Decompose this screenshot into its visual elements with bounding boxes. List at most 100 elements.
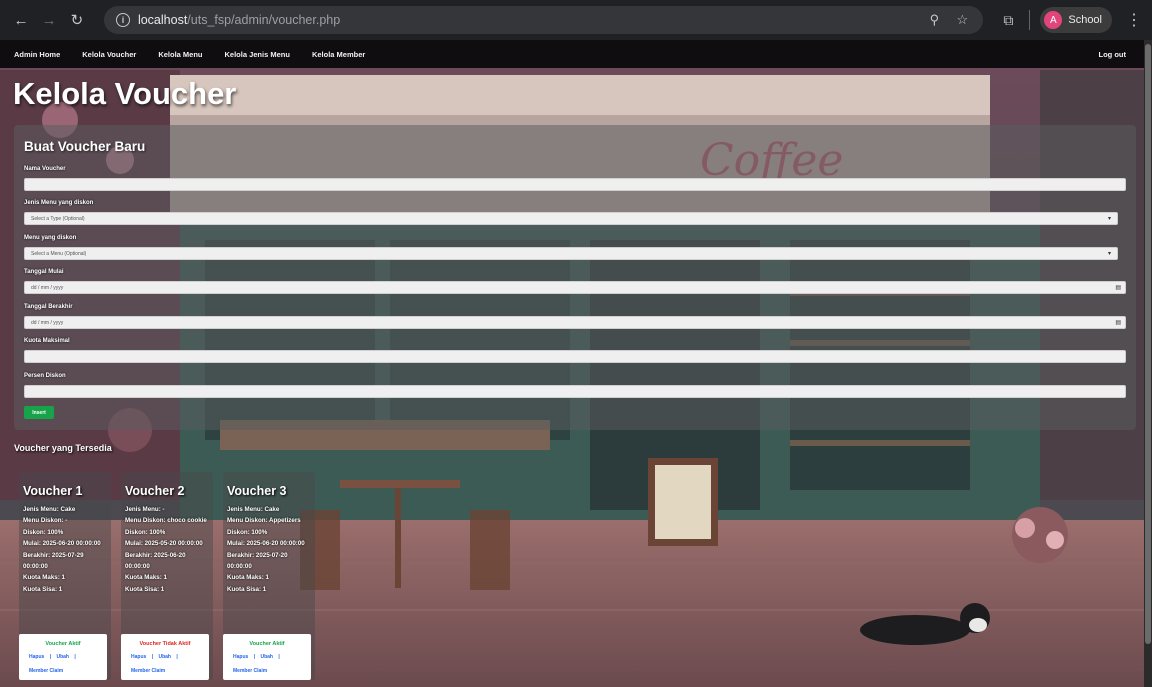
- form-title: Buat Voucher Baru: [24, 139, 146, 154]
- nav-kelola-voucher[interactable]: Kelola Voucher: [82, 50, 136, 59]
- voucher-jenis: Jenis Menu: -: [125, 506, 165, 513]
- voucher-kuota-maks: Kuota Maks: 1: [227, 574, 269, 582]
- voucher-jenis: Jenis Menu: Cake: [23, 506, 76, 513]
- jenis-menu-select-value: Select a Type (Optional): [31, 215, 85, 222]
- menu-diskon-select-value: Select a Menu (Optional): [31, 250, 87, 257]
- reload-icon[interactable]: ↻: [66, 9, 88, 31]
- nav-kelola-jenis-menu[interactable]: Kelola Jenis Menu: [225, 50, 290, 59]
- voucher-berakhir: Berakhir: 2025-07-20 00:00:00: [227, 551, 288, 571]
- voucher-berakhir: Berakhir: 2025-06-20 00:00:00: [125, 551, 186, 571]
- menu-diskon-select[interactable]: Select a Menu (Optional) ▾: [24, 247, 1118, 260]
- voucher-menu: Menu Diskon: Appetizers: [227, 517, 301, 525]
- voucher-mulai: Mulai: 2025-05-20 00:00:00: [125, 540, 203, 548]
- nama-voucher-label: Nama Voucher: [24, 166, 66, 172]
- voucher-kuota-sisa: Kuota Sisa: 1: [227, 585, 267, 593]
- ubah-link[interactable]: Ubah |: [56, 654, 75, 660]
- voucher-kuota-maks: Kuota Maks: 1: [23, 574, 65, 582]
- voucher-links: Hapus | Ubah |: [29, 654, 80, 660]
- nav-admin-home[interactable]: Admin Home: [14, 50, 60, 59]
- voucher-diskon: Diskon: 100%: [23, 528, 64, 536]
- browser-menu-icon[interactable]: ⋮: [1126, 10, 1142, 30]
- persen-diskon-label: Persen Diskon: [24, 373, 66, 379]
- page-scrollbar[interactable]: [1144, 40, 1152, 687]
- menu-diskon-label: Menu yang diskon: [24, 235, 77, 241]
- tanggal-mulai-label: Tanggal Mulai: [24, 269, 64, 275]
- page-viewport: Coffee Admi: [0, 40, 1144, 687]
- avatar: A: [1044, 11, 1063, 29]
- voucher-mulai: Mulai: 2025-06-20 00:00:00: [227, 540, 305, 548]
- calendar-icon[interactable]: ▤: [1115, 319, 1121, 326]
- voucher-mulai: Mulai: 2025-06-20 00:00:00: [23, 540, 101, 548]
- voucher-status: Voucher Aktif: [45, 641, 81, 647]
- voucher-title: Voucher 3: [227, 484, 287, 498]
- chevron-down-icon: ▾: [1107, 251, 1111, 257]
- voucher-berakhir: Berakhir: 2025-07-29 00:00:00: [23, 551, 84, 571]
- voucher-details: Jenis Menu: Cake Menu Diskon: - Diskon: …: [23, 504, 109, 595]
- hapus-link[interactable]: Hapus |: [131, 654, 153, 660]
- tanggal-berakhir-label: Tanggal Berakhir: [24, 304, 73, 310]
- browser-toolbar: ← → ↻ i localhost/uts_fsp/admin/voucher.…: [0, 0, 1152, 40]
- address-bar[interactable]: i localhost/uts_fsp/admin/voucher.php ⚲ …: [103, 6, 984, 34]
- profile-name: School: [1068, 14, 1102, 26]
- ubah-link[interactable]: Ubah |: [260, 654, 279, 660]
- voucher-menu: Menu Diskon: -: [23, 517, 68, 525]
- hapus-link[interactable]: Hapus |: [29, 654, 51, 660]
- forward-arrow-icon[interactable]: →: [38, 9, 60, 31]
- voucher-kuota-sisa: Kuota Sisa: 1: [23, 585, 63, 593]
- hapus-link[interactable]: Hapus |: [233, 654, 255, 660]
- back-arrow-icon[interactable]: ←: [10, 9, 32, 31]
- insert-button[interactable]: Insert: [24, 406, 54, 419]
- voucher-diskon: Diskon: 100%: [125, 528, 166, 536]
- voucher-links: Hapus | Ubah |: [233, 654, 284, 660]
- persen-diskon-input[interactable]: [24, 385, 1126, 398]
- nav-kelola-member[interactable]: Kelola Member: [312, 50, 365, 59]
- nav-kelola-menu[interactable]: Kelola Menu: [158, 50, 202, 59]
- voucher-actions: Voucher Aktif Hapus | Ubah | Member Clai…: [223, 634, 311, 680]
- hapus-link-label: Hapus: [233, 654, 249, 660]
- ubah-link-label: Ubah: [260, 654, 273, 660]
- voucher-card: Voucher 2 Jenis Menu: - Menu Diskon: cho…: [121, 472, 213, 680]
- ubah-link-label: Ubah: [56, 654, 69, 660]
- scrollbar-thumb[interactable]: [1145, 44, 1151, 644]
- jenis-menu-select[interactable]: Select a Type (Optional) ▾: [24, 212, 1118, 225]
- site-info-icon[interactable]: i: [115, 13, 130, 27]
- hapus-link-label: Hapus: [29, 654, 45, 660]
- voucher-kuota-maks: Kuota Maks: 1: [125, 574, 167, 582]
- voucher-card: Voucher 3 Jenis Menu: Cake Menu Diskon: …: [223, 472, 315, 680]
- voucher-status: Voucher Aktif: [249, 641, 285, 647]
- logout-link[interactable]: Log out: [1099, 50, 1127, 59]
- tanggal-berakhir-placeholder: dd / mm / yyyy: [31, 319, 64, 326]
- voucher-links: Hapus | Ubah |: [131, 654, 182, 660]
- url-host: localhost: [137, 13, 188, 27]
- kuota-maksimal-input[interactable]: [24, 350, 1126, 363]
- calendar-icon[interactable]: ▤: [1115, 284, 1121, 291]
- profile-button[interactable]: A School: [1040, 7, 1112, 33]
- voucher-jenis: Jenis Menu: Cake: [227, 506, 280, 513]
- voucher-card: Voucher 1 Jenis Menu: Cake Menu Diskon: …: [19, 472, 111, 680]
- admin-navbar: Admin Home Kelola Voucher Kelola Menu Ke…: [0, 40, 1144, 68]
- voucher-actions: Voucher Aktif Hapus | Ubah | Member Clai…: [19, 634, 107, 680]
- jenis-menu-label: Jenis Menu yang diskon: [24, 200, 94, 206]
- member-claim-link[interactable]: Member Claim: [29, 668, 63, 674]
- ubah-link[interactable]: Ubah |: [158, 654, 177, 660]
- zoom-icon[interactable]: ⚲: [925, 12, 943, 28]
- chevron-down-icon: ▾: [1107, 216, 1111, 222]
- voucher-actions: Voucher Tidak Aktif Hapus | Ubah | Membe…: [121, 634, 209, 680]
- voucher-kuota-sisa: Kuota Sisa: 1: [125, 585, 165, 593]
- voucher-title: Voucher 2: [125, 484, 185, 498]
- voucher-list-title: Voucher yang Tersedia: [14, 443, 112, 453]
- member-claim-link[interactable]: Member Claim: [131, 668, 165, 674]
- tanggal-berakhir-input[interactable]: dd / mm / yyyy ▤: [24, 316, 1126, 329]
- page-title: Kelola Voucher: [13, 76, 237, 111]
- voucher-diskon: Diskon: 100%: [227, 528, 268, 536]
- create-voucher-form: Buat Voucher Baru Nama Voucher Jenis Men…: [14, 125, 1136, 430]
- extensions-icon[interactable]: ⧉: [997, 12, 1019, 29]
- tanggal-mulai-input[interactable]: dd / mm / yyyy ▤: [24, 281, 1126, 294]
- nama-voucher-input[interactable]: [24, 178, 1126, 191]
- voucher-details: Jenis Menu: Cake Menu Diskon: Appetizers…: [227, 504, 313, 595]
- member-claim-link[interactable]: Member Claim: [233, 668, 267, 674]
- voucher-title: Voucher 1: [23, 484, 83, 498]
- voucher-details: Jenis Menu: - Menu Diskon: choco cookie …: [125, 504, 211, 595]
- tanggal-mulai-placeholder: dd / mm / yyyy: [31, 284, 64, 291]
- bookmark-star-icon[interactable]: ☆: [953, 12, 971, 28]
